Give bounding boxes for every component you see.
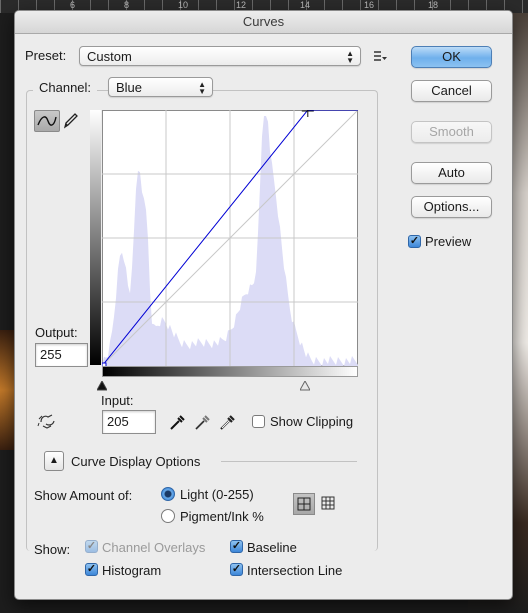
dialog-title[interactable]: Curves <box>15 11 512 34</box>
show-clipping-label: Show Clipping <box>270 414 354 429</box>
preview-checkbox[interactable]: ✓ <box>408 235 421 248</box>
input-field[interactable]: 205 <box>102 410 156 434</box>
light-radio[interactable] <box>161 487 175 501</box>
ruler-mark: 6 <box>70 0 76 10</box>
smooth-button[interactable]: Smooth <box>411 121 492 143</box>
curves-dialog: Curves Preset: Custom ▲ ▼ OK Cancel Smoot… <box>14 10 513 600</box>
channel-label: Channel: <box>33 80 98 95</box>
ruler-mark: 8 <box>124 0 130 10</box>
pigment-radio[interactable] <box>161 509 175 523</box>
channel-overlays-label: Channel Overlays <box>102 540 206 555</box>
disclosure-triangle-icon[interactable]: ▲ <box>44 451 64 471</box>
preset-value: Custom <box>87 49 132 64</box>
intersection-line-label: Intersection Line <box>247 563 343 578</box>
ruler-mark: 12 <box>236 0 247 10</box>
select-arrows-icon: ▲ ▼ <box>346 49 354 65</box>
ruler-mark: 14 <box>300 0 311 10</box>
white-point-slider[interactable] <box>299 379 311 391</box>
input-label: Input: <box>101 393 134 408</box>
pigment-label: Pigment/Ink % <box>180 509 264 524</box>
input-gradient-bar <box>102 366 358 377</box>
histogram-label: Histogram <box>102 563 162 578</box>
channel-overlays-checkbox[interactable]: ✓ <box>85 540 98 553</box>
cancel-button[interactable]: Cancel <box>411 80 492 102</box>
curves-graph[interactable] <box>102 110 358 366</box>
histogram-checkbox[interactable]: ✓ <box>85 563 98 576</box>
options-button[interactable]: Options... <box>411 196 492 218</box>
show-label: Show: <box>34 542 71 557</box>
select-arrows-icon: ▲ ▼ <box>198 80 206 96</box>
baseline-checkbox[interactable]: ✓ <box>230 540 243 553</box>
gray-eyedropper-icon[interactable] <box>194 413 212 431</box>
divider <box>221 461 357 462</box>
auto-button[interactable]: Auto <box>411 162 492 184</box>
on-image-adjust-tool-icon[interactable] <box>37 411 59 431</box>
ruler-mark: 16 <box>364 0 375 10</box>
black-point-slider[interactable] <box>96 379 108 391</box>
ok-button[interactable]: OK <box>411 46 492 68</box>
baseline-label: Baseline <box>247 540 297 555</box>
intersection-line-checkbox[interactable]: ✓ <box>230 563 243 576</box>
output-gradient-bar <box>90 110 101 365</box>
preset-options-icon[interactable] <box>373 49 387 63</box>
output-field[interactable]: 255 <box>35 343 88 367</box>
curve-display-options-label[interactable]: Curve Display Options <box>71 454 200 469</box>
channel-value: Blue <box>116 80 143 95</box>
preset-select[interactable]: Custom ▲ ▼ <box>79 46 361 66</box>
pencil-tool-icon[interactable] <box>62 110 80 130</box>
light-label: Light (0-255) <box>180 487 254 502</box>
white-eyedropper-icon[interactable] <box>219 413 237 431</box>
show-clipping-checkbox[interactable] <box>252 415 265 428</box>
ruler-mark: 10 <box>178 0 189 10</box>
preset-label: Preset: <box>25 48 67 63</box>
output-label: Output: <box>35 325 78 340</box>
curve-point-tool-icon[interactable] <box>34 110 60 132</box>
preview-label: Preview <box>425 234 472 249</box>
simple-grid-icon[interactable] <box>293 493 315 515</box>
channel-select[interactable]: Blue ▲ ▼ <box>108 77 213 97</box>
show-amount-label: Show Amount of: <box>34 488 133 503</box>
ruler-mark: 18 <box>428 0 439 10</box>
black-eyedropper-icon[interactable] <box>169 413 187 431</box>
detailed-grid-icon[interactable] <box>319 494 339 514</box>
